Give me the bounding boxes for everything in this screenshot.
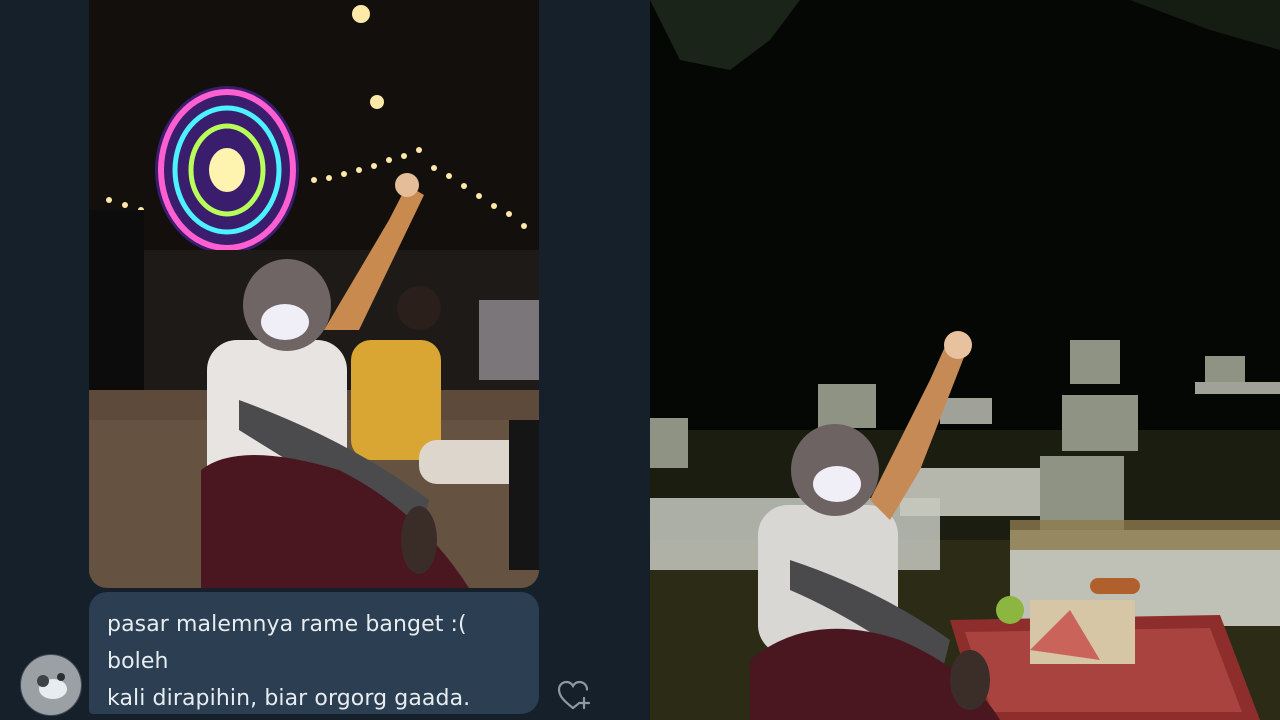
avatar[interactable] (20, 654, 82, 716)
graveyard-photo[interactable] (650, 0, 1280, 720)
night-market-photo[interactable] (89, 0, 539, 588)
heart-plus-icon (557, 680, 591, 710)
message-text: pasar malemnya rame banget :( boleh kali… (107, 612, 471, 711)
message-bubble[interactable]: pasar malemnya rame banget :( boleh kali… (89, 592, 539, 714)
dm-panel: pasar malemnya rame banget :( boleh kali… (0, 0, 650, 720)
avatar-image (21, 655, 81, 715)
graveyard-illustration (650, 0, 1280, 720)
night-market-illustration (89, 0, 539, 588)
like-button[interactable] (556, 678, 592, 712)
